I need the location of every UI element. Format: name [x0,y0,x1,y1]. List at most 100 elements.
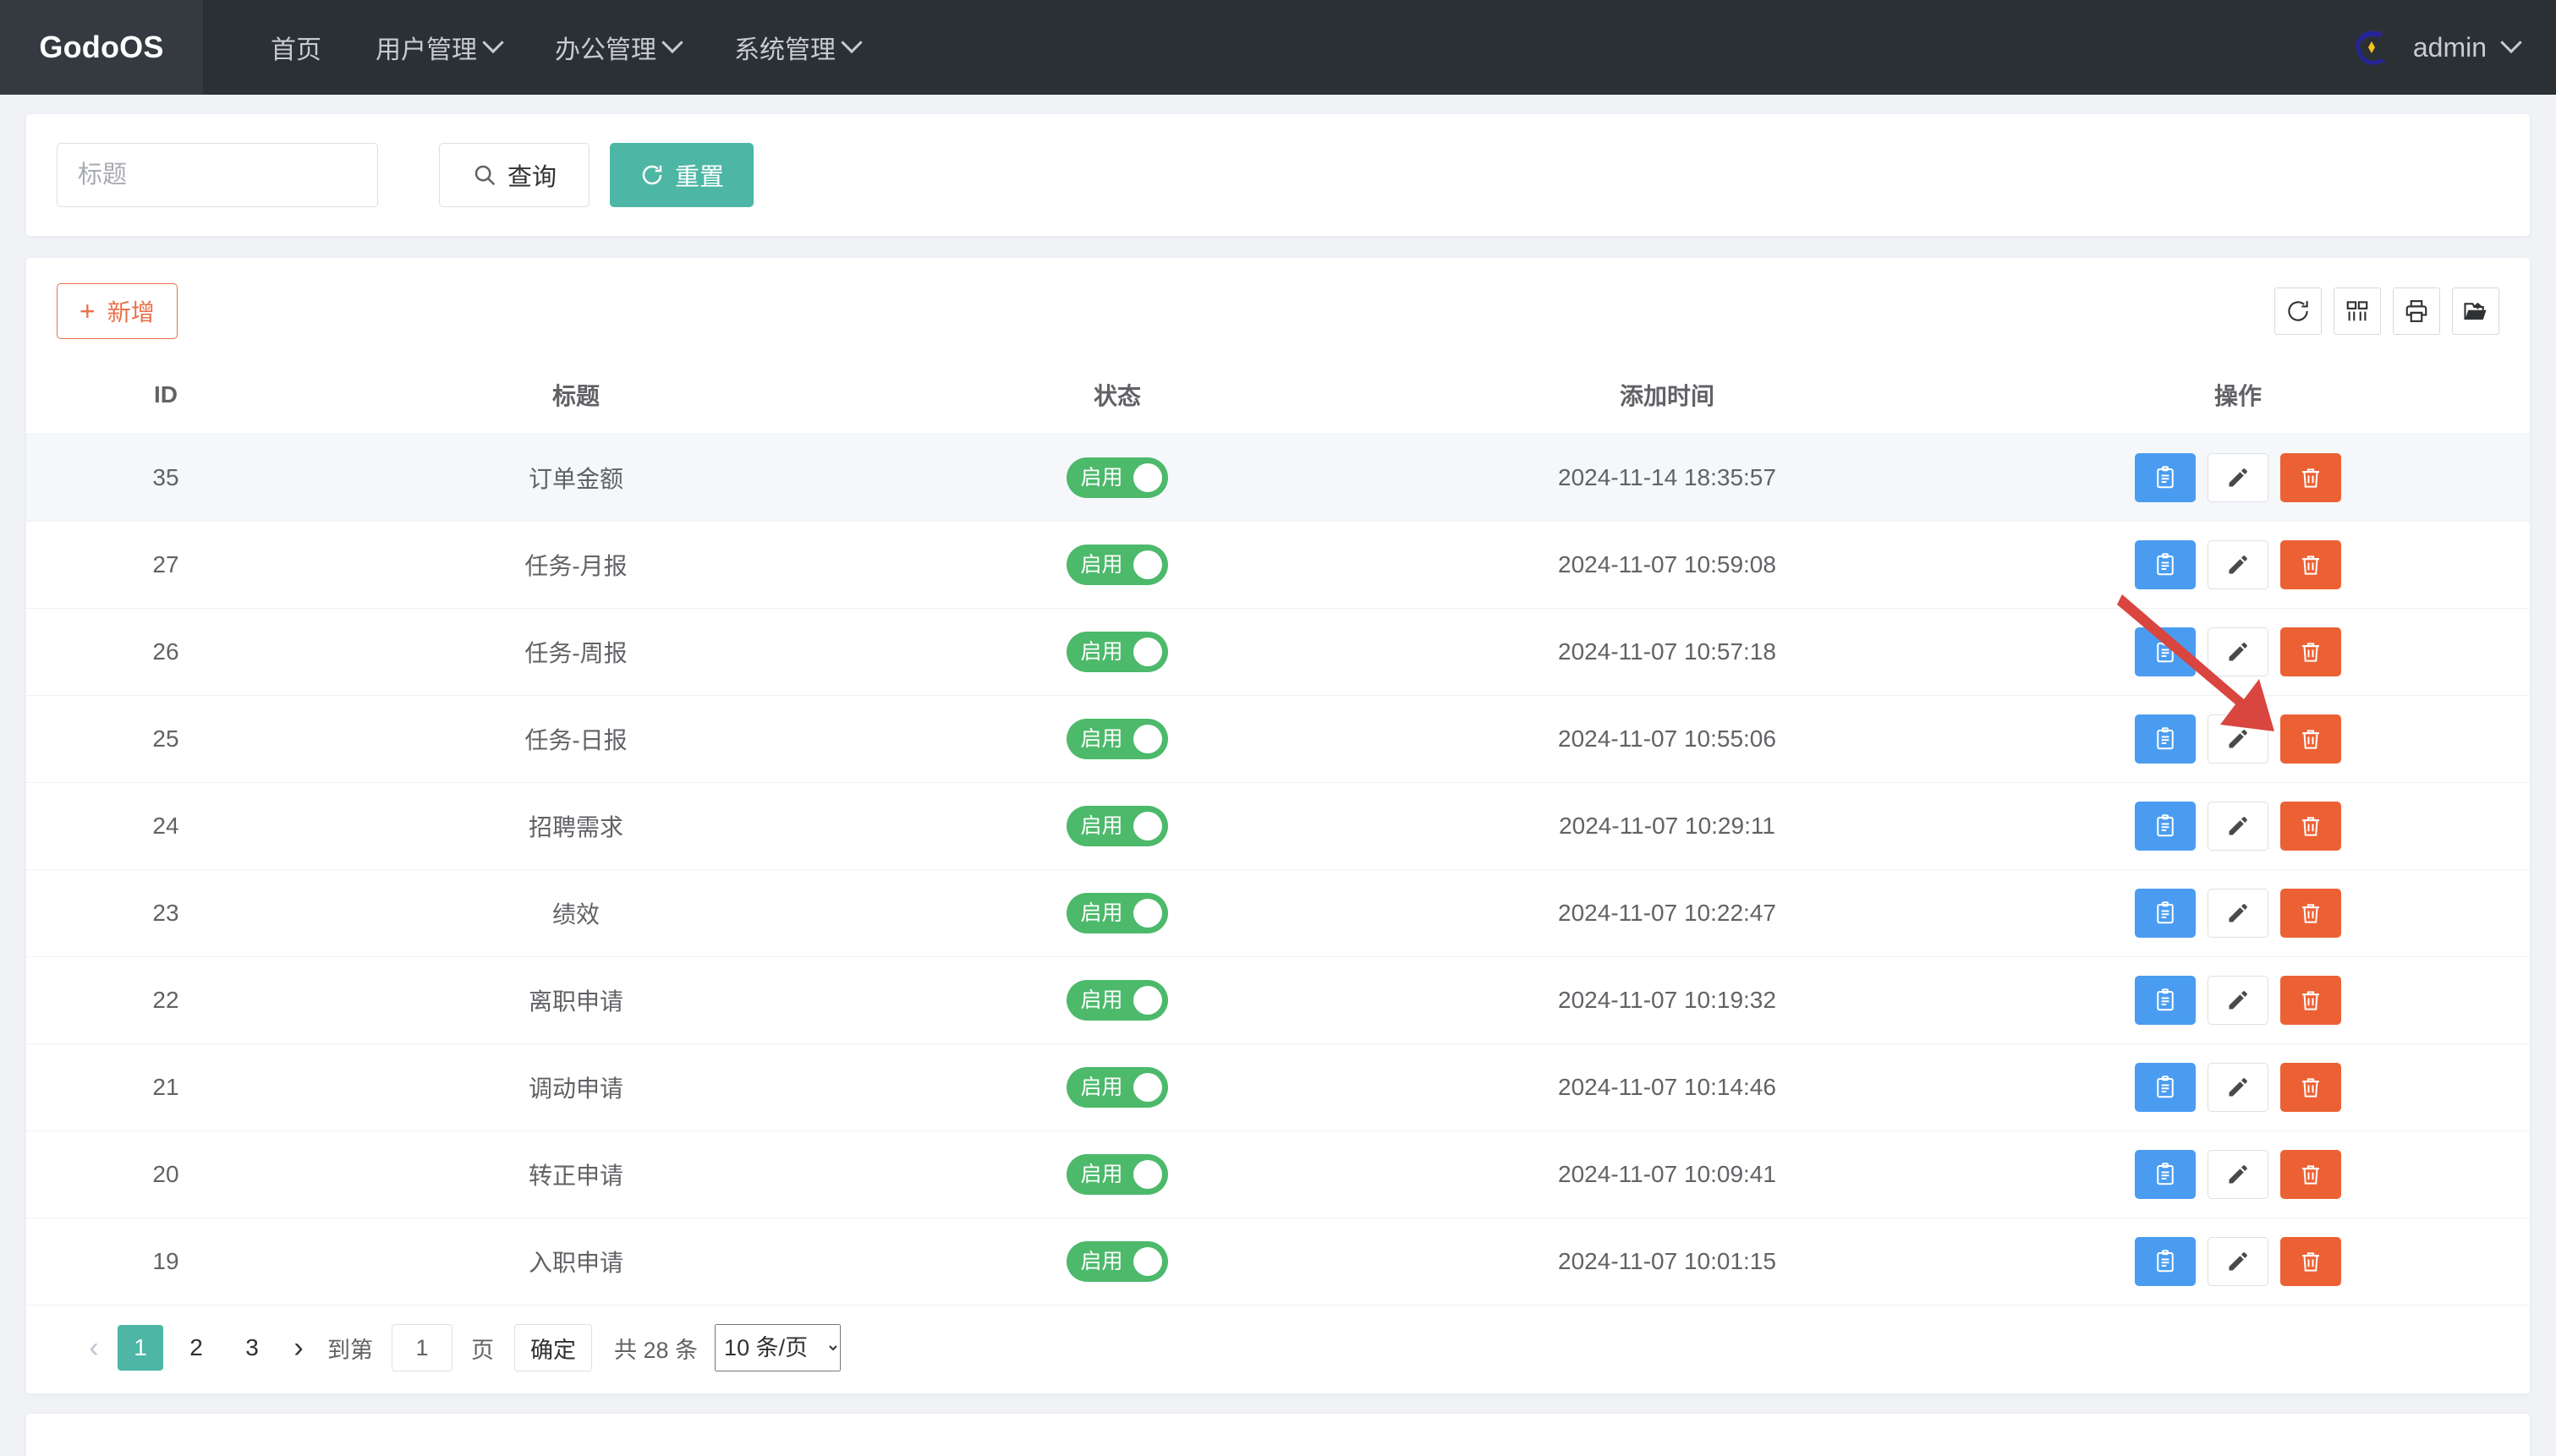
cell-id: 22 [26,956,305,1044]
pencil-icon [2229,730,2247,748]
delete-button[interactable] [2280,1063,2341,1112]
table-row[interactable]: 25 任务-日报 启用 2024-11-07 10:55:06 [26,695,2530,783]
cell-actions [1946,1218,2530,1305]
delete-button[interactable] [2280,1237,2341,1286]
print-button[interactable] [2393,287,2440,335]
delete-button[interactable] [2280,540,2341,589]
pagination-total-label: 共 28 条 [614,1337,699,1363]
cell-status: 启用 [847,521,1388,609]
delete-button[interactable] [2280,889,2341,938]
export-button[interactable] [2452,287,2499,335]
view-button[interactable] [2135,802,2196,851]
trash-icon [2302,817,2319,836]
edit-button[interactable] [2208,976,2268,1025]
trash-icon [2302,556,2319,575]
table-row[interactable]: 27 任务-月报 启用 2024-11-07 10:59:08 [26,521,2530,609]
view-button[interactable] [2135,1237,2196,1286]
query-button[interactable]: 查询 [439,143,590,207]
table-row[interactable]: 35 订单金额 启用 2024-11-14 18:35:57 [26,434,2530,522]
cell-time: 2024-11-07 10:19:32 [1388,956,1946,1044]
trash-icon [2302,991,2319,1010]
edit-button[interactable] [2208,1063,2268,1112]
column-settings-button[interactable] [2334,287,2381,335]
cell-title: 离职申请 [305,956,847,1044]
refresh-table-button[interactable] [2274,287,2322,335]
table-row[interactable]: 19 入职申请 启用 2024-11-07 10:01:15 [26,1218,2530,1305]
plus-icon: + [80,296,96,326]
view-button[interactable] [2135,889,2196,938]
pagination-jump-input[interactable] [392,1324,453,1371]
delete-button[interactable] [2280,976,2341,1025]
delete-button[interactable] [2280,714,2341,764]
view-button[interactable] [2135,1063,2196,1112]
page-size-select[interactable]: 10 条/页20 条/页50 条/页100 条/页 [715,1324,842,1371]
search-input[interactable] [57,143,378,207]
view-button[interactable] [2135,627,2196,676]
delete-button[interactable] [2280,627,2341,676]
edit-button[interactable] [2208,802,2268,851]
brand-logo[interactable]: GodoOS [0,0,203,95]
page-container: 查询 重置 + 新增 [0,95,2556,1456]
table-row[interactable]: 20 转正申请 启用 2024-11-07 10:09:41 [26,1130,2530,1218]
chevron-down-icon [841,31,863,54]
status-toggle[interactable]: 启用 [1067,893,1168,933]
edit-button[interactable] [2208,627,2268,676]
table-row[interactable]: 24 招聘需求 启用 2024-11-07 10:29:11 [26,782,2530,870]
add-button[interactable]: + 新增 [57,283,178,339]
trash-icon [2302,468,2319,488]
reset-button[interactable]: 重置 [610,143,754,207]
top-navbar: GodoOS 首页 用户管理 办公管理 系统管理 admin [0,0,2556,95]
nav-item-user-management[interactable]: 用户管理 [348,0,528,95]
table-row[interactable]: 22 离职申请 启用 2024-11-07 10:19:32 [26,956,2530,1044]
view-button[interactable] [2135,1150,2196,1199]
user-menu[interactable]: admin [2346,0,2556,95]
pagination-page-1[interactable]: 1 [118,1325,163,1371]
column-header-time[interactable]: 添加时间 [1388,356,1946,435]
pencil-icon [2229,468,2247,487]
edit-button[interactable] [2208,1150,2268,1199]
delete-button[interactable] [2280,802,2341,851]
edit-button[interactable] [2208,453,2268,502]
nav-item-office-management[interactable]: 办公管理 [528,0,707,95]
status-toggle[interactable]: 启用 [1067,1241,1168,1282]
edit-button[interactable] [2208,540,2268,589]
view-button[interactable] [2135,453,2196,502]
column-header-title[interactable]: 标题 [305,356,847,435]
status-toggle[interactable]: 启用 [1067,806,1168,846]
status-toggle[interactable]: 启用 [1067,1067,1168,1108]
status-toggle[interactable]: 启用 [1067,1154,1168,1195]
delete-button[interactable] [2280,1150,2341,1199]
delete-button[interactable] [2280,453,2341,502]
status-toggle[interactable]: 启用 [1067,457,1168,498]
view-button[interactable] [2135,976,2196,1025]
nav-item-system-management[interactable]: 系统管理 [707,0,886,95]
view-button[interactable] [2135,714,2196,764]
status-toggle[interactable]: 启用 [1067,719,1168,759]
status-toggle[interactable]: 启用 [1067,632,1168,672]
cell-status: 启用 [847,956,1388,1044]
status-toggle-knob [1133,812,1162,840]
table-row[interactable]: 21 调动申请 启用 2024-11-07 10:14:46 [26,1043,2530,1131]
pagination-prev-button[interactable]: ‹ [75,1325,112,1371]
nav-item-home[interactable]: 首页 [244,0,348,95]
cell-title: 转正申请 [305,1130,847,1218]
status-toggle[interactable]: 启用 [1067,545,1168,585]
edit-button[interactable] [2208,1237,2268,1286]
column-header-id[interactable]: ID [26,356,305,435]
status-toggle-label: 启用 [1080,552,1123,577]
status-toggle-knob [1133,1247,1162,1276]
view-button[interactable] [2135,540,2196,589]
pagination-confirm-button[interactable]: 确定 [514,1324,592,1371]
cell-title: 任务-日报 [305,695,847,783]
cell-time: 2024-11-07 10:57:18 [1388,608,1946,696]
pagination-page-3[interactable]: 3 [229,1325,275,1371]
column-header-status[interactable]: 状态 [847,356,1388,435]
pagination-next-button[interactable]: › [280,1325,317,1371]
pagination-page-2[interactable]: 2 [173,1325,219,1371]
edit-button[interactable] [2208,714,2268,764]
status-toggle[interactable]: 启用 [1067,980,1168,1021]
edit-button[interactable] [2208,889,2268,938]
table-row[interactable]: 23 绩效 启用 2024-11-07 10:22:47 [26,869,2530,957]
pencil-icon [2229,904,2247,922]
table-row[interactable]: 26 任务-周报 启用 2024-11-07 10:57:18 [26,608,2530,696]
